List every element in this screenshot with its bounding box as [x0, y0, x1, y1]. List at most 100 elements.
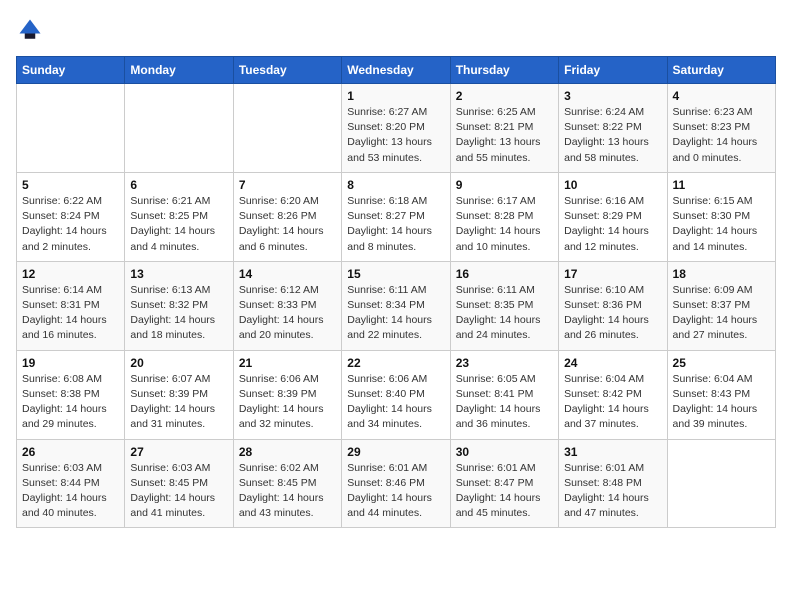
- day-number: 9: [456, 178, 553, 192]
- day-number: 4: [673, 89, 770, 103]
- day-number: 26: [22, 445, 119, 459]
- day-info: Sunrise: 6:18 AM Sunset: 8:27 PM Dayligh…: [347, 194, 444, 255]
- calendar-cell: 9 Sunrise: 6:17 AM Sunset: 8:28 PM Daylig…: [450, 172, 558, 261]
- day-info: Sunrise: 6:13 AM Sunset: 8:32 PM Dayligh…: [130, 283, 227, 344]
- calendar-cell: 10 Sunrise: 6:16 AM Sunset: 8:29 PM Dayli…: [559, 172, 667, 261]
- day-number: 3: [564, 89, 661, 103]
- day-info: Sunrise: 6:07 AM Sunset: 8:39 PM Dayligh…: [130, 372, 227, 433]
- weekday-header-thursday: Thursday: [450, 57, 558, 84]
- day-info: Sunrise: 6:12 AM Sunset: 8:33 PM Dayligh…: [239, 283, 336, 344]
- day-info: Sunrise: 6:11 AM Sunset: 8:35 PM Dayligh…: [456, 283, 553, 344]
- weekday-header-tuesday: Tuesday: [233, 57, 341, 84]
- calendar-cell: 12Sunrise: 6:14 AM Sunset: 8:31 PM Dayli…: [17, 261, 125, 350]
- day-number: 25: [673, 356, 770, 370]
- day-info: Sunrise: 6:10 AM Sunset: 8:36 PM Dayligh…: [564, 283, 661, 344]
- day-info: Sunrise: 6:03 AM Sunset: 8:45 PM Dayligh…: [130, 461, 227, 522]
- day-info: Sunrise: 6:25 AM Sunset: 8:21 PM Dayligh…: [456, 105, 553, 166]
- calendar-cell: 1 Sunrise: 6:27 AM Sunset: 8:20 PM Daylig…: [342, 84, 450, 173]
- calendar-cell: 6 Sunrise: 6:21 AM Sunset: 8:25 PM Daylig…: [125, 172, 233, 261]
- calendar-body: 1 Sunrise: 6:27 AM Sunset: 8:20 PM Daylig…: [17, 84, 776, 528]
- day-number: 11: [673, 178, 770, 192]
- day-number: 29: [347, 445, 444, 459]
- day-info: Sunrise: 6:04 AM Sunset: 8:43 PM Dayligh…: [673, 372, 770, 433]
- day-number: 27: [130, 445, 227, 459]
- day-number: 7: [239, 178, 336, 192]
- weekday-header-wednesday: Wednesday: [342, 57, 450, 84]
- calendar-cell: 25 Sunrise: 6:04 AM Sunset: 8:43 PM Dayli…: [667, 350, 775, 439]
- calendar-cell: 18Sunrise: 6:09 AM Sunset: 8:37 PM Dayli…: [667, 261, 775, 350]
- weekday-header-sunday: Sunday: [17, 57, 125, 84]
- logo-icon: [16, 16, 44, 44]
- day-number: 28: [239, 445, 336, 459]
- day-info: Sunrise: 6:06 AM Sunset: 8:39 PM Dayligh…: [239, 372, 336, 433]
- day-info: Sunrise: 6:04 AM Sunset: 8:42 PM Dayligh…: [564, 372, 661, 433]
- day-info: Sunrise: 6:16 AM Sunset: 8:29 PM Dayligh…: [564, 194, 661, 255]
- weekday-header-monday: Monday: [125, 57, 233, 84]
- day-info: Sunrise: 6:27 AM Sunset: 8:20 PM Dayligh…: [347, 105, 444, 166]
- day-info: Sunrise: 6:22 AM Sunset: 8:24 PM Dayligh…: [22, 194, 119, 255]
- calendar-week-2: 5Sunrise: 6:22 AM Sunset: 8:24 PM Daylig…: [17, 172, 776, 261]
- calendar-cell: 8 Sunrise: 6:18 AM Sunset: 8:27 PM Daylig…: [342, 172, 450, 261]
- day-number: 13: [130, 267, 227, 281]
- day-info: Sunrise: 6:01 AM Sunset: 8:48 PM Dayligh…: [564, 461, 661, 522]
- calendar-cell: 16 Sunrise: 6:11 AM Sunset: 8:35 PM Dayli…: [450, 261, 558, 350]
- calendar-cell: 13 Sunrise: 6:13 AM Sunset: 8:32 PM Dayli…: [125, 261, 233, 350]
- calendar-cell: 14Sunrise: 6:12 AM Sunset: 8:33 PM Dayli…: [233, 261, 341, 350]
- calendar-cell: 11 Sunrise: 6:15 AM Sunset: 8:30 PM Dayli…: [667, 172, 775, 261]
- day-info: Sunrise: 6:15 AM Sunset: 8:30 PM Dayligh…: [673, 194, 770, 255]
- day-number: 16: [456, 267, 553, 281]
- calendar-cell: [667, 439, 775, 528]
- day-number: 20: [130, 356, 227, 370]
- page-header: [16, 16, 776, 44]
- day-number: 19: [22, 356, 119, 370]
- calendar-week-3: 12Sunrise: 6:14 AM Sunset: 8:31 PM Dayli…: [17, 261, 776, 350]
- calendar-cell: 30 Sunrise: 6:01 AM Sunset: 8:47 PM Dayli…: [450, 439, 558, 528]
- calendar-cell: 19 Sunrise: 6:08 AM Sunset: 8:38 PM Dayli…: [17, 350, 125, 439]
- calendar-header: SundayMondayTuesdayWednesdayThursdayFrid…: [17, 57, 776, 84]
- day-info: Sunrise: 6:08 AM Sunset: 8:38 PM Dayligh…: [22, 372, 119, 433]
- day-number: 8: [347, 178, 444, 192]
- day-info: Sunrise: 6:17 AM Sunset: 8:28 PM Dayligh…: [456, 194, 553, 255]
- calendar-table: SundayMondayTuesdayWednesdayThursdayFrid…: [16, 56, 776, 528]
- day-number: 17: [564, 267, 661, 281]
- calendar-cell: [17, 84, 125, 173]
- day-info: Sunrise: 6:23 AM Sunset: 8:23 PM Dayligh…: [673, 105, 770, 166]
- calendar-week-1: 1 Sunrise: 6:27 AM Sunset: 8:20 PM Daylig…: [17, 84, 776, 173]
- day-number: 30: [456, 445, 553, 459]
- calendar-cell: 4 Sunrise: 6:23 AM Sunset: 8:23 PM Daylig…: [667, 84, 775, 173]
- calendar-cell: [233, 84, 341, 173]
- calendar-cell: 7 Sunrise: 6:20 AM Sunset: 8:26 PM Daylig…: [233, 172, 341, 261]
- calendar-cell: 23Sunrise: 6:05 AM Sunset: 8:41 PM Dayli…: [450, 350, 558, 439]
- calendar-cell: 22Sunrise: 6:06 AM Sunset: 8:40 PM Dayli…: [342, 350, 450, 439]
- calendar-week-4: 19 Sunrise: 6:08 AM Sunset: 8:38 PM Dayli…: [17, 350, 776, 439]
- calendar-cell: [125, 84, 233, 173]
- calendar-cell: 26Sunrise: 6:03 AM Sunset: 8:44 PM Dayli…: [17, 439, 125, 528]
- weekday-row: SundayMondayTuesdayWednesdayThursdayFrid…: [17, 57, 776, 84]
- day-number: 2: [456, 89, 553, 103]
- calendar-cell: 31Sunrise: 6:01 AM Sunset: 8:48 PM Dayli…: [559, 439, 667, 528]
- day-info: Sunrise: 6:14 AM Sunset: 8:31 PM Dayligh…: [22, 283, 119, 344]
- weekday-header-friday: Friday: [559, 57, 667, 84]
- day-number: 21: [239, 356, 336, 370]
- calendar-cell: 27 Sunrise: 6:03 AM Sunset: 8:45 PM Dayli…: [125, 439, 233, 528]
- day-info: Sunrise: 6:01 AM Sunset: 8:47 PM Dayligh…: [456, 461, 553, 522]
- day-info: Sunrise: 6:11 AM Sunset: 8:34 PM Dayligh…: [347, 283, 444, 344]
- calendar-cell: 29Sunrise: 6:01 AM Sunset: 8:46 PM Dayli…: [342, 439, 450, 528]
- day-info: Sunrise: 6:02 AM Sunset: 8:45 PM Dayligh…: [239, 461, 336, 522]
- day-info: Sunrise: 6:21 AM Sunset: 8:25 PM Dayligh…: [130, 194, 227, 255]
- calendar-cell: 15Sunrise: 6:11 AM Sunset: 8:34 PM Dayli…: [342, 261, 450, 350]
- day-number: 1: [347, 89, 444, 103]
- day-info: Sunrise: 6:06 AM Sunset: 8:40 PM Dayligh…: [347, 372, 444, 433]
- logo: [16, 16, 48, 44]
- weekday-header-saturday: Saturday: [667, 57, 775, 84]
- calendar-cell: 24 Sunrise: 6:04 AM Sunset: 8:42 PM Dayli…: [559, 350, 667, 439]
- day-info: Sunrise: 6:24 AM Sunset: 8:22 PM Dayligh…: [564, 105, 661, 166]
- day-number: 24: [564, 356, 661, 370]
- calendar-cell: 5Sunrise: 6:22 AM Sunset: 8:24 PM Daylig…: [17, 172, 125, 261]
- calendar-cell: 21 Sunrise: 6:06 AM Sunset: 8:39 PM Dayli…: [233, 350, 341, 439]
- day-info: Sunrise: 6:09 AM Sunset: 8:37 PM Dayligh…: [673, 283, 770, 344]
- day-number: 10: [564, 178, 661, 192]
- calendar-cell: 28 Sunrise: 6:02 AM Sunset: 8:45 PM Dayli…: [233, 439, 341, 528]
- day-number: 6: [130, 178, 227, 192]
- day-info: Sunrise: 6:20 AM Sunset: 8:26 PM Dayligh…: [239, 194, 336, 255]
